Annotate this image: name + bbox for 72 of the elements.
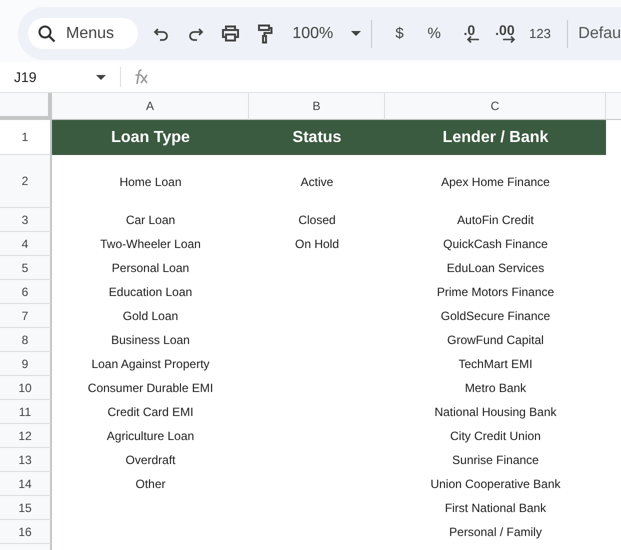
table-cell-text: Two-Wheeler Loan xyxy=(99,236,202,253)
table-cell-text: Agriculture Loan xyxy=(106,428,196,445)
table-cell-text: Sunrise Finance xyxy=(451,452,540,469)
font-dropdown[interactable]: Defau xyxy=(578,24,621,42)
row-header[interactable]: 3 xyxy=(0,208,52,232)
table-cell-text: Credit Card EMI xyxy=(106,404,195,421)
table-cell-text: Metro Bank xyxy=(464,380,528,397)
right-arrow-icon xyxy=(502,36,516,43)
row-header[interactable]: 4 xyxy=(0,232,52,256)
table-cell-text: Active xyxy=(300,174,334,190)
row-header[interactable]: 9 xyxy=(0,352,52,376)
table-cell-text: Overdraft xyxy=(124,452,176,469)
row-header[interactable]: 7 xyxy=(0,304,52,328)
currency-button[interactable]: $ xyxy=(382,18,417,48)
redo-icon[interactable] xyxy=(188,26,204,40)
row-header[interactable]: 15 xyxy=(0,496,52,520)
table-cell-text: TechMart EMI xyxy=(457,356,534,373)
zoom-dropdown[interactable]: 100% xyxy=(292,24,362,42)
row-header[interactable]: 1 xyxy=(0,120,52,155)
left-arrow-icon xyxy=(466,36,480,43)
column-header[interactable]: A xyxy=(52,93,249,120)
search-field[interactable]: Menus xyxy=(64,24,138,44)
row-header[interactable]: 14 xyxy=(0,472,52,496)
search-bar[interactable]: Menus xyxy=(28,18,138,49)
paint-roller-icon[interactable] xyxy=(257,24,273,44)
table-cell-text: National Housing Bank xyxy=(433,404,558,421)
table-cell-text: First National Bank xyxy=(444,500,548,517)
search-icon xyxy=(38,24,56,42)
table-cell-text: On Hold xyxy=(294,236,340,253)
table-cell-text: Personal Loan xyxy=(110,260,190,277)
table-cell-text: City Credit Union xyxy=(449,428,542,445)
row-header[interactable]: 12 xyxy=(0,424,52,448)
row-header[interactable]: 16 xyxy=(0,520,52,544)
row-header[interactable]: 5 xyxy=(0,256,52,280)
table-cell-text: EduLoan Services xyxy=(446,260,546,277)
column-header[interactable]: C xyxy=(385,93,606,120)
print-icon[interactable] xyxy=(220,25,240,42)
table-cell-text: Apex Home Finance xyxy=(440,174,551,190)
table-cell-text: Education Loan xyxy=(108,284,194,301)
table-cell-text: Personal / Family xyxy=(448,524,543,541)
increase-decimal-button[interactable]: .00 xyxy=(487,18,523,48)
column-header[interactable]: B xyxy=(249,93,385,120)
table-cell-text: Loan Against Property xyxy=(90,356,211,373)
table-cell-text: Consumer Durable EMI xyxy=(86,380,214,397)
name-box[interactable]: J19 xyxy=(0,62,112,92)
header-cell: Loan Type xyxy=(52,120,249,155)
table-cell-text: Business Loan xyxy=(110,332,191,349)
row-header[interactable]: 10 xyxy=(0,376,52,400)
table-cell-text: GoldSecure Finance xyxy=(440,308,552,325)
row-header[interactable]: 13 xyxy=(0,448,52,472)
table-cell-text: Gold Loan xyxy=(122,308,180,325)
undo-icon[interactable] xyxy=(153,26,170,40)
caret-icon xyxy=(351,31,362,36)
table-cell-text: Closed xyxy=(297,212,337,229)
table-cell-text: QuickCash Finance xyxy=(442,236,549,253)
number-format-button[interactable]: 123 xyxy=(522,18,558,48)
percent-button[interactable]: % xyxy=(416,18,452,48)
row-header[interactable]: 6 xyxy=(0,280,52,304)
header-cell: Lender / Bank xyxy=(385,120,606,155)
table-cell-text: Union Cooperative Bank xyxy=(429,476,562,493)
table-cell-text: AutoFin Credit xyxy=(456,212,535,229)
decrease-decimal-button[interactable]: .0 xyxy=(452,18,488,48)
table-cell-text: GrowFund Capital xyxy=(446,332,545,349)
caret-icon xyxy=(96,74,106,80)
row-header[interactable]: 8 xyxy=(0,328,52,352)
row-header[interactable]: 11 xyxy=(0,400,52,424)
table-cell-text: Car Loan xyxy=(124,212,176,229)
table-cell-text: Prime Motors Finance xyxy=(436,284,556,301)
row-header[interactable]: 2 xyxy=(0,155,52,208)
table-cell-text: Other xyxy=(134,476,166,493)
header-cell: Status xyxy=(249,120,385,155)
table-cell-text: Home Loan xyxy=(118,174,183,190)
